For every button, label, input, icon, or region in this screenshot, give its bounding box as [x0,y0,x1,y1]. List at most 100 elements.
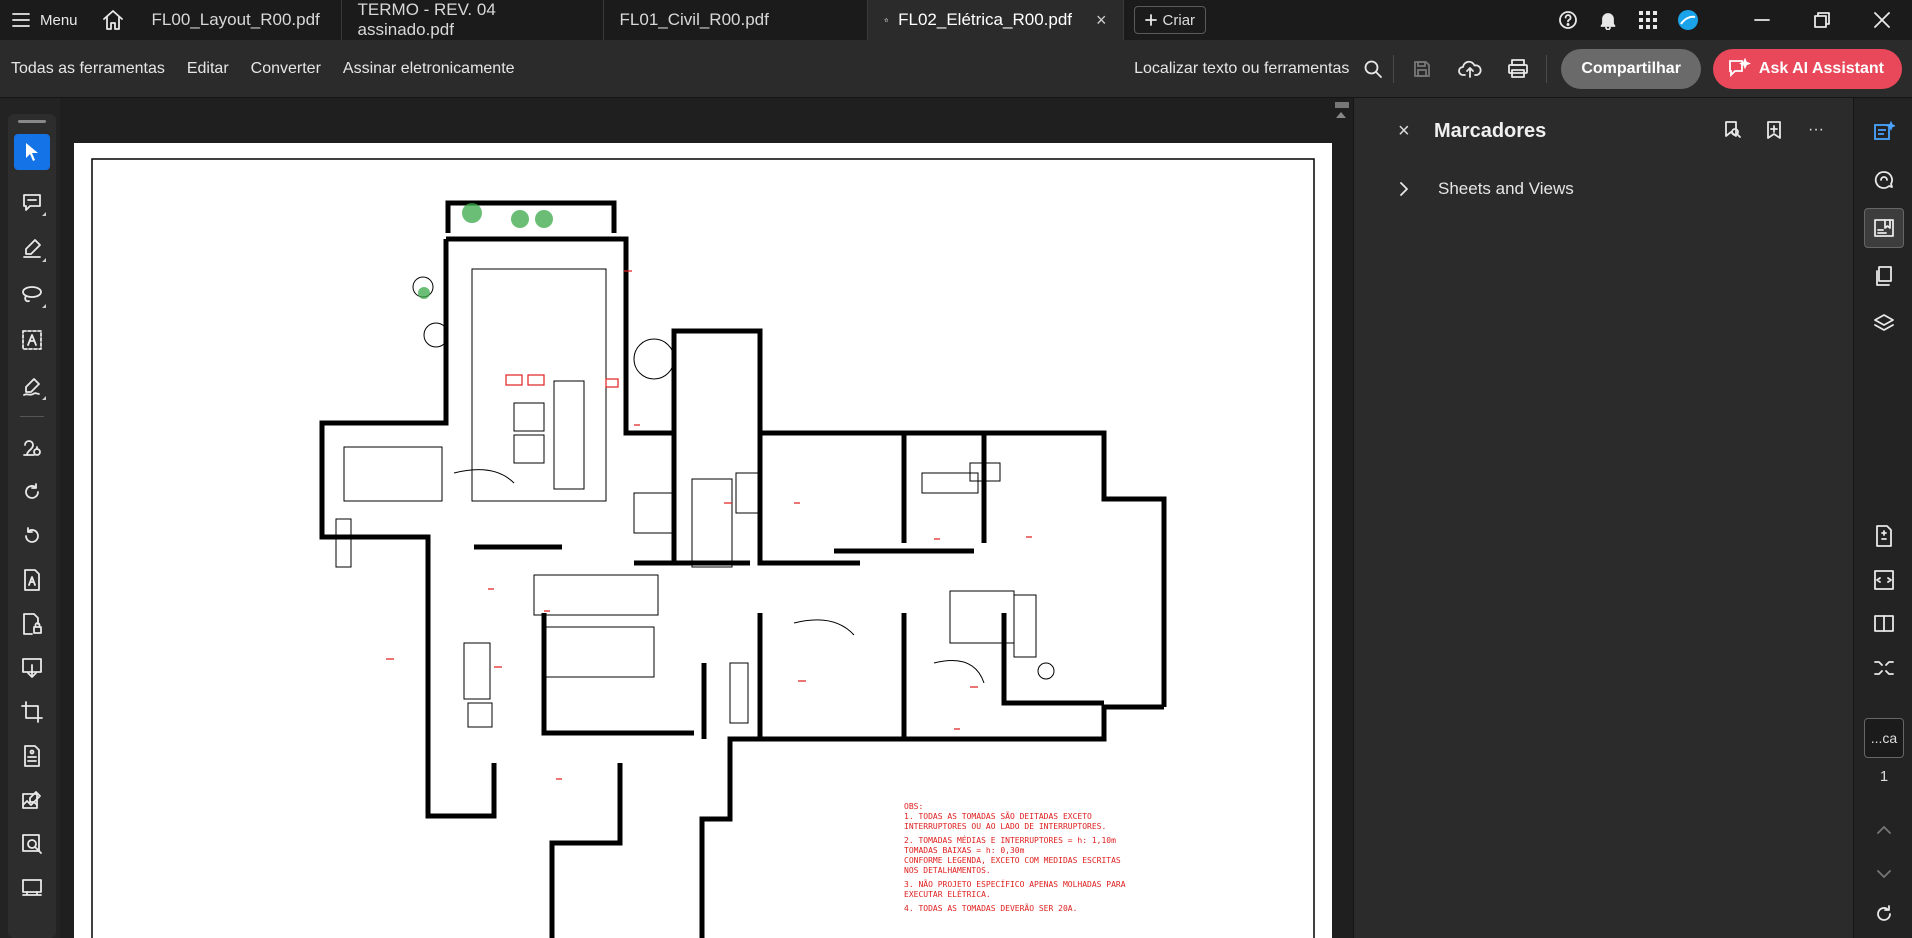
edit-image-tool[interactable] [14,782,50,818]
save-icon [1414,61,1431,77]
comment-tool[interactable] [14,184,50,220]
profile-avatar-icon [1678,10,1698,30]
toolbar-divider [1393,55,1395,83]
close-window-button[interactable] [1852,0,1912,40]
ai-summary-tool[interactable] [1864,112,1904,152]
find-text-label[interactable]: Localizar texto ou ferramentas [1134,60,1349,78]
search-document-tool[interactable] [14,826,50,862]
reading-mode-tool[interactable] [1864,604,1904,644]
quick-tools-panel [8,114,56,938]
compare-tool[interactable] [1864,560,1904,600]
toolbar-divider [1546,55,1548,83]
pages-panel-tool[interactable] [1864,256,1904,296]
tab-close-button[interactable]: × [1096,10,1107,31]
form-tool[interactable] [14,738,50,774]
panel-more-button[interactable]: ··· [1795,114,1837,146]
print-button[interactable] [1494,40,1542,98]
edit-menu[interactable]: Editar [176,60,240,78]
tab-fl00-layout[interactable]: FL00_Layout_R00.pdf [136,0,342,40]
draw-tool[interactable] [14,276,50,312]
panel-toolbar: ··· [1711,114,1837,146]
export-pdf-icon [22,658,42,678]
select-tool[interactable] [14,134,50,170]
all-tools-menu[interactable]: Todas as ferramentas [0,60,176,78]
e-sign-menu[interactable]: Assinar eletronicamente [332,60,526,78]
main-toolbar: Todas as ferramentas Editar Converter As… [0,40,1912,98]
organize-icon [22,879,42,896]
compress-tool[interactable] [1864,516,1904,556]
page-number-field[interactable]: ...ca [1864,718,1904,758]
plus-icon [1144,14,1157,26]
notes-title: OBS: [904,802,923,811]
tab-fl01-civil[interactable]: FL01_Civil_R00.pdf [604,0,868,40]
save-button[interactable] [1398,40,1446,98]
drawing-notes: OBS: 1. TODAS AS TOMADAS SÃO DEITADAS EX… [904,802,1126,913]
edit-pdf-tool[interactable] [14,562,50,598]
toolbar-right: Localizar texto ou ferramentas Compartil… [1134,40,1902,98]
minimize-icon [1754,19,1770,21]
page-number-label: 1 [1879,768,1889,785]
crop-tool[interactable] [14,694,50,730]
menu-label: Menu [40,11,78,29]
lasso-draw-icon [22,286,42,303]
drag-handle[interactable] [18,120,46,123]
scrollbar-thumb[interactable] [1335,102,1349,108]
bookmark-item[interactable]: Sheets and Views [1394,178,1574,200]
create-label: Criar [1162,11,1196,29]
sign-tool[interactable] [14,368,50,404]
restore-button[interactable] [1792,0,1852,40]
tab-termo[interactable]: TERMO - REV. 04 assinado.pdf [342,0,604,40]
create-button[interactable]: Criar [1133,6,1207,34]
expand-chevron-icon[interactable] [1394,178,1414,200]
rotate-right-tool[interactable] [14,474,50,510]
ai-summary-icon [1874,121,1895,140]
highlight-tool[interactable] [14,230,50,266]
pdf-page[interactable]: OBS: 1. TODAS AS TOMADAS SÃO DEITADAS EX… [74,143,1332,938]
chevron-down-icon [1877,870,1891,878]
previous-page-button[interactable] [1864,810,1904,850]
help-button[interactable] [1548,0,1588,40]
rotate-right-icon [25,483,39,499]
next-page-button[interactable] [1864,854,1904,894]
refresh-button[interactable] [1864,894,1904,934]
convert-menu[interactable]: Converter [240,60,332,78]
add-bookmark-button[interactable] [1753,114,1795,146]
share-button[interactable]: Compartilhar [1561,49,1701,89]
bookmark-search-button[interactable] [1711,114,1753,146]
rotate-left-tool[interactable] [14,518,50,554]
stamp-tool[interactable] [14,430,50,466]
right-tool-rail: ...ca 1 [1853,98,1912,938]
minimize-button[interactable] [1732,0,1792,40]
panel-title: Marcadores [1434,120,1547,142]
organize-tool[interactable] [14,870,50,906]
profile-button[interactable] [1668,0,1708,40]
scroll-up-arrow-icon[interactable] [1336,112,1346,118]
document-viewport[interactable]: OBS: 1. TODAS AS TOMADAS SÃO DEITADAS EX… [60,98,1353,938]
text-box-tool[interactable] [14,322,50,358]
crop-icon [21,701,43,723]
find-button[interactable] [1357,40,1389,98]
document-scrollbar[interactable] [1332,98,1352,938]
star-icon[interactable] [883,10,889,30]
apps-button[interactable] [1628,0,1668,40]
layers-panel-tool[interactable] [1864,304,1904,344]
comments-panel-tool[interactable] [1864,160,1904,200]
bookmarks-panel-tool[interactable] [1864,208,1904,248]
tab-fl02-eletrica[interactable]: FL02_Elétrica_R00.pdf × [867,0,1124,40]
menu-button[interactable]: Menu [0,0,90,40]
notifications-button[interactable] [1588,0,1628,40]
panel-close-button[interactable]: × [1398,120,1410,143]
edit-image-icon [22,791,41,809]
select-arrow-icon [26,143,38,161]
protect-pdf-tool[interactable] [14,606,50,642]
text-box-icon [22,330,42,350]
home-button[interactable] [90,0,136,40]
upload-button[interactable] [1446,40,1494,98]
fit-page-tool[interactable] [1864,648,1904,688]
ai-assistant-button[interactable]: Ask AI Assistant [1712,49,1902,89]
export-pdf-tool[interactable] [14,650,50,686]
note-line: 1. TODAS AS TOMADAS SÃO DEITADAS EXCETO [904,811,1092,821]
ai-assistant-icon [1729,58,1751,78]
bell-icon [1600,13,1616,30]
bookmarks-panel: × Marcadores ··· Sheets and Views [1353,98,1853,938]
